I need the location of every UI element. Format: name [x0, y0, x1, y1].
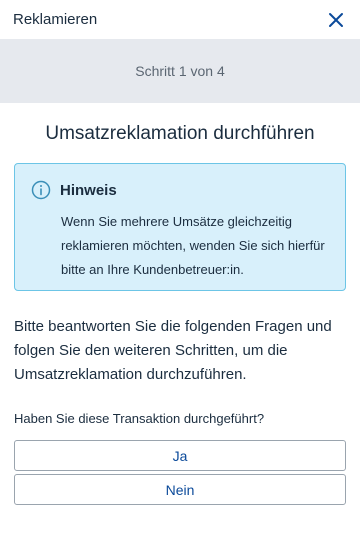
- notice-title: Hinweis: [60, 181, 117, 199]
- close-button[interactable]: [325, 9, 347, 31]
- yes-button[interactable]: Ja: [14, 440, 346, 471]
- step-label: Schritt 1 von 4: [135, 63, 225, 79]
- close-icon: [329, 12, 343, 27]
- intro-text: Bitte beantworten Sie die folgenden Frag…: [14, 318, 332, 383]
- info-icon: [31, 180, 51, 200]
- notice-text: Wenn Sie mehrere Umsätze gleichzeitig re…: [61, 214, 325, 277]
- header-title: Reklamieren: [13, 11, 98, 28]
- info-notice: Hinweis Wenn Sie mehrere Umsätze gleichz…: [14, 163, 346, 291]
- header: Reklamieren: [0, 0, 360, 39]
- notice-header: Hinweis: [31, 180, 329, 200]
- page-title: Umsatzreklamation durchführen: [45, 123, 315, 144]
- answer-options: Ja Nein: [0, 440, 360, 505]
- question-label: Haben Sie diese Transaktion durchgeführt…: [14, 411, 265, 426]
- no-button[interactable]: Nein: [14, 474, 346, 505]
- step-indicator: Schritt 1 von 4: [0, 39, 360, 103]
